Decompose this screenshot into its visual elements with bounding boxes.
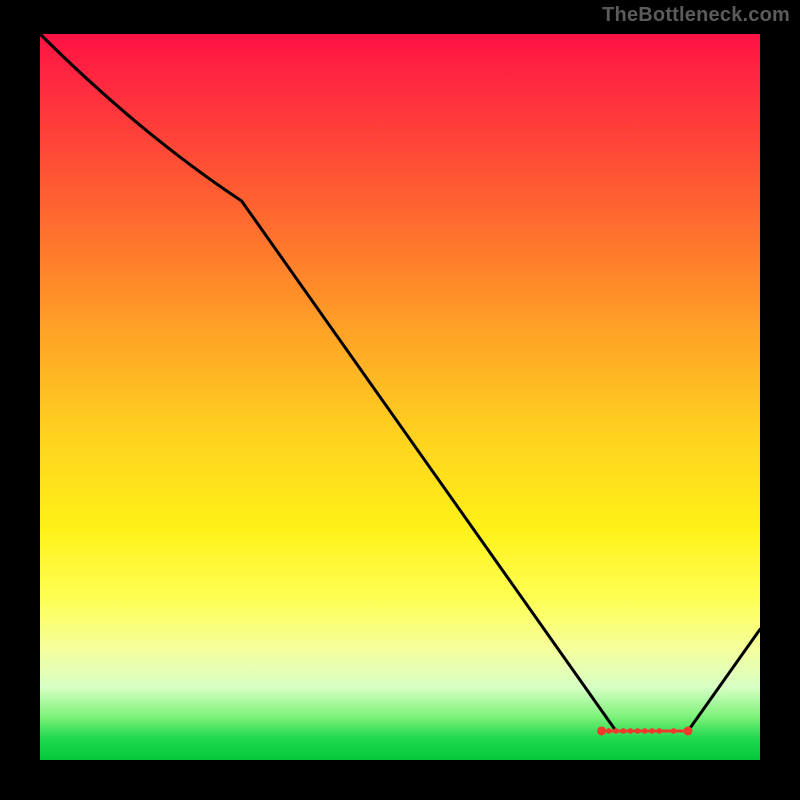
- optimal-point: [642, 728, 648, 734]
- chart-frame: TheBottleneck.com: [0, 0, 800, 800]
- optimal-point: [620, 728, 626, 734]
- optimal-point: [649, 728, 655, 734]
- optimal-range-markers: [597, 726, 692, 735]
- optimal-point: [656, 728, 662, 734]
- bottleneck-curve: [40, 34, 760, 731]
- optimal-point: [597, 726, 606, 735]
- optimal-point: [628, 728, 634, 734]
- optimal-point: [635, 728, 641, 734]
- optimal-point: [671, 728, 677, 734]
- curve-layer: [40, 34, 760, 760]
- optimal-point: [684, 726, 693, 735]
- plot-area: [40, 34, 760, 760]
- attribution-text: TheBottleneck.com: [602, 4, 790, 27]
- optimal-point: [613, 728, 619, 734]
- optimal-point: [606, 728, 612, 734]
